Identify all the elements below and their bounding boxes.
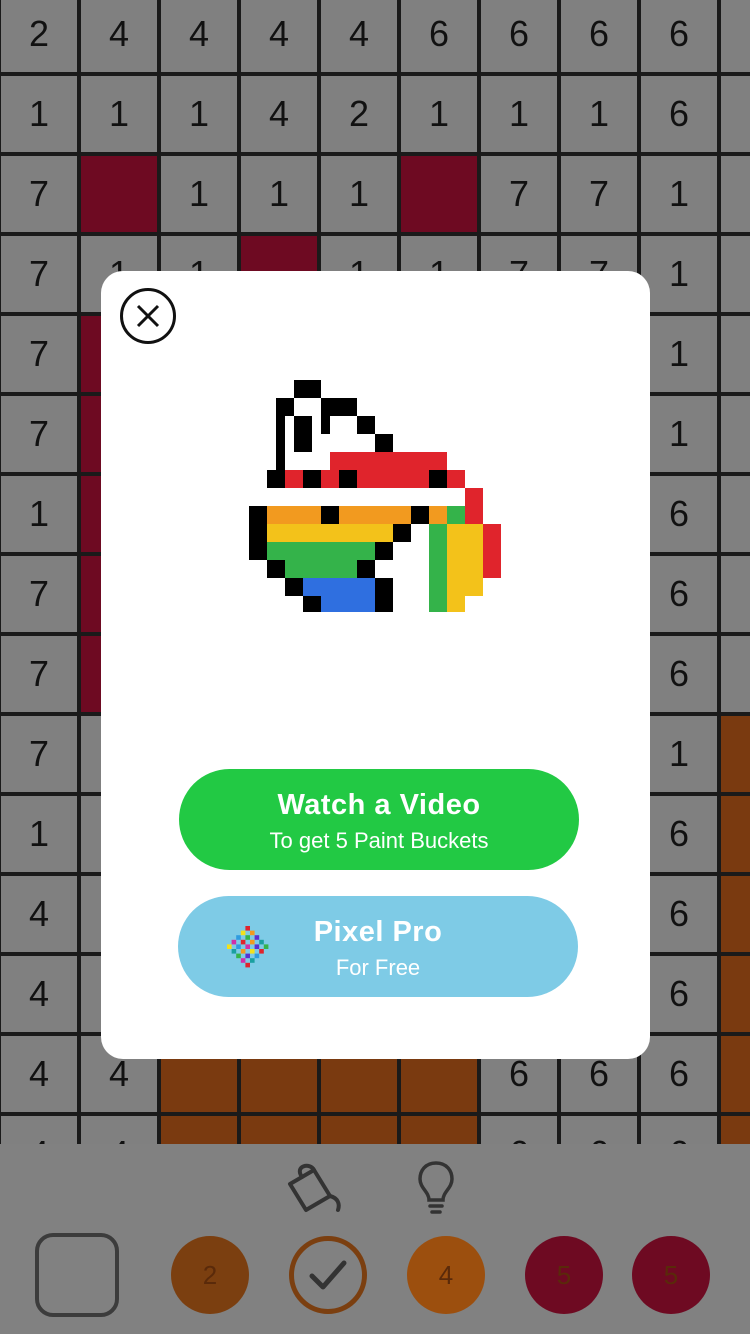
close-icon xyxy=(136,304,160,328)
close-button[interactable] xyxy=(120,288,176,344)
watch-video-button[interactable]: Watch a Video To get 5 Paint Buckets xyxy=(179,769,579,870)
paint-bucket-modal: Watch a Video To get 5 Paint Buckets Pix… xyxy=(101,271,650,1059)
rainbow-paint-bucket-icon xyxy=(249,380,501,612)
watch-video-title: Watch a Video xyxy=(277,789,481,821)
pixel-pro-button[interactable]: Pixel Pro For Free xyxy=(178,896,578,997)
watch-video-subtitle: To get 5 Paint Buckets xyxy=(269,828,489,853)
pixel-pinwheel-icon xyxy=(227,926,269,968)
